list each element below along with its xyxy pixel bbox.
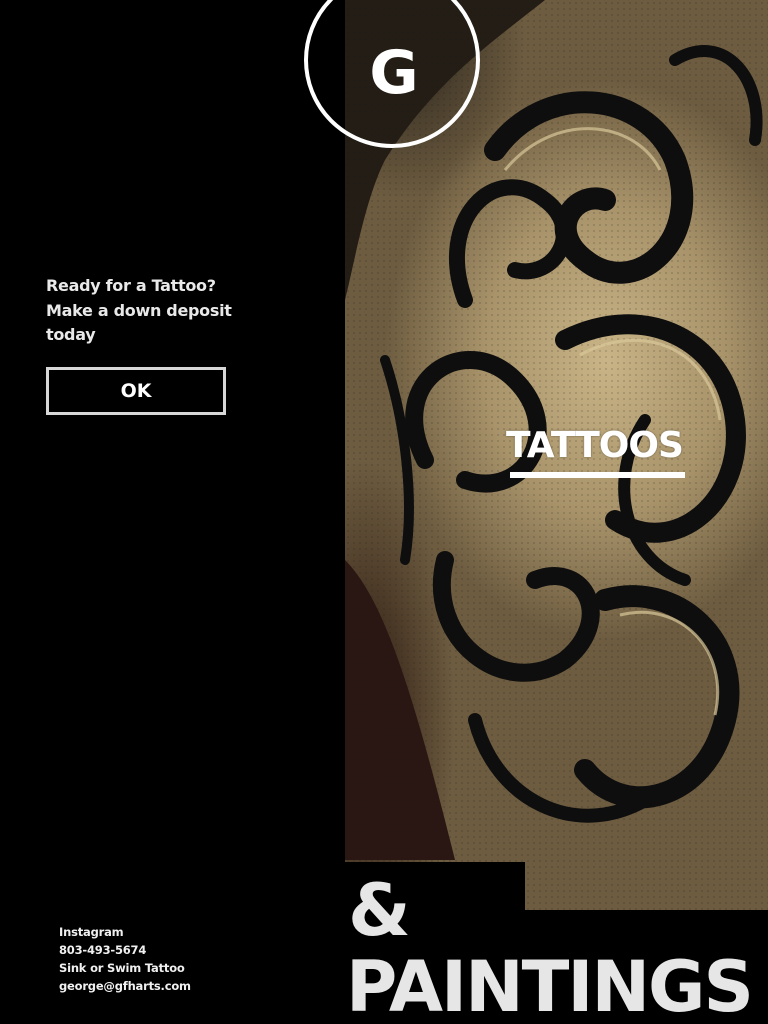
promo-line-3: today bbox=[46, 325, 96, 344]
ampersand-heading: & bbox=[348, 868, 411, 952]
logo-letter: G bbox=[369, 38, 419, 108]
ok-button[interactable]: OK bbox=[46, 367, 226, 415]
instagram-link[interactable]: Instagram bbox=[59, 923, 191, 941]
email-link[interactable]: george@gfharts.com bbox=[59, 977, 191, 995]
studio-name: Sink or Swim Tattoo bbox=[59, 961, 185, 975]
deposit-promo: Ready for a Tattoo? Make a down deposit … bbox=[46, 274, 276, 348]
promo-line-2: Make a down deposit bbox=[46, 300, 232, 320]
tattoos-link[interactable]: TATTOOS bbox=[506, 425, 684, 466]
promo-line-1: Ready for a Tattoo? bbox=[46, 276, 216, 295]
phone-number[interactable]: 803-493-5674 bbox=[59, 941, 191, 959]
tattoos-link-underline bbox=[510, 472, 685, 478]
paintings-link[interactable]: PAINTINGS bbox=[346, 945, 754, 1024]
contact-info: Instagram 803-493-5674 Sink or Swim Tatt… bbox=[59, 923, 191, 995]
